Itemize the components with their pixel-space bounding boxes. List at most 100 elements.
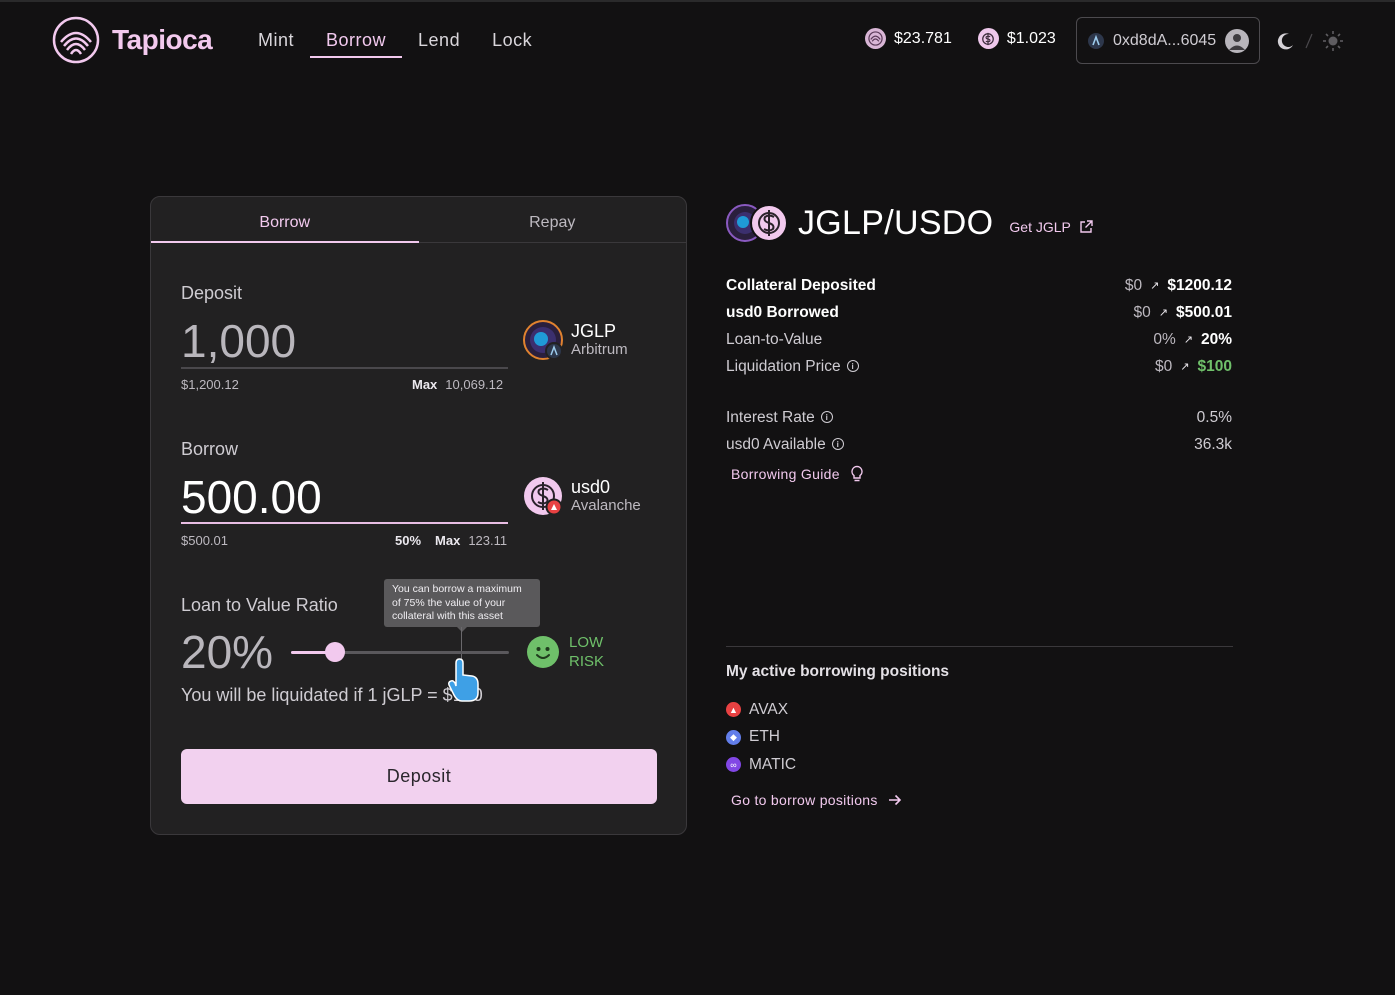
tab-repay[interactable]: Repay bbox=[419, 197, 687, 242]
get-jglp-label: Get JGLP bbox=[1009, 219, 1071, 235]
borrow-quick-select: 50% Max 123.11 bbox=[395, 533, 507, 548]
stat-loan-to-value: Loan-to-Value 0% ↗ 20% bbox=[726, 326, 1232, 353]
nav-lend[interactable]: Lend bbox=[402, 28, 476, 58]
info-icon[interactable]: i bbox=[846, 360, 859, 373]
stat-label: usd0 Available bbox=[726, 435, 826, 453]
go-to-borrow-positions-link[interactable]: Go to borrow positions bbox=[731, 792, 902, 808]
nav-lock[interactable]: Lock bbox=[476, 28, 548, 58]
risk-indicator: LOW RISK bbox=[527, 633, 604, 671]
deposit-underline bbox=[181, 367, 508, 369]
borrow-underline bbox=[181, 522, 508, 524]
arrow-up-right-icon: ↗ bbox=[1180, 361, 1190, 373]
borrow-usd-value: $500.01 bbox=[181, 533, 228, 548]
tab-borrow[interactable]: Borrow bbox=[151, 197, 419, 243]
jglp-token-icon bbox=[523, 320, 563, 360]
app-name: Tapioca bbox=[112, 24, 213, 55]
tap-price-value: $23.781 bbox=[894, 29, 952, 47]
arrow-right-icon bbox=[888, 794, 901, 806]
stat-interest-rate: Interest Rate i 0.5% bbox=[726, 404, 1232, 431]
usd0-token-icon bbox=[523, 476, 563, 516]
deposit-asset-selector[interactable]: JGLP Arbitrum bbox=[523, 320, 628, 360]
deposit-submit-button[interactable]: Deposit bbox=[181, 749, 657, 804]
borrow-label: Borrow bbox=[181, 439, 239, 459]
borrowing-guide-label: Borrowing Guide bbox=[731, 466, 840, 482]
deposit-asset-chain: Arbitrum bbox=[571, 340, 628, 358]
stat-to: 20% bbox=[1200, 330, 1232, 348]
borrow-asset-chain: Avalanche bbox=[571, 496, 641, 514]
logo[interactable]: Tapioca bbox=[52, 16, 213, 64]
liquidation-notice: You will be liquidated if 1 jGLP = $100 bbox=[181, 685, 483, 705]
usdo-price: $1.023 bbox=[977, 28, 1056, 49]
tap-price: $23.781 bbox=[865, 28, 952, 49]
borrow-50pct-button[interactable]: 50% bbox=[395, 533, 421, 548]
pair-token-icons bbox=[726, 203, 788, 243]
matic-icon: ∞ bbox=[726, 757, 741, 773]
borrow-max-label[interactable]: Max bbox=[435, 533, 460, 548]
active-positions-list: ▲ AVAX ◆ ETH ∞ MATIC bbox=[726, 696, 796, 779]
borrow-amount-input[interactable] bbox=[181, 471, 508, 523]
info-icon[interactable]: i bbox=[820, 411, 833, 424]
usdo-price-value: $1.023 bbox=[1006, 29, 1056, 47]
wallet-button[interactable]: 0xd8dA...6045 bbox=[1076, 17, 1260, 64]
ltv-label: Loan to Value Ratio bbox=[181, 595, 338, 615]
stat-label: Interest Rate bbox=[726, 408, 815, 426]
stat-to: $100 bbox=[1197, 357, 1232, 375]
risk-line-1: LOW bbox=[569, 634, 604, 651]
stat-usd0-borrowed: usd0 Borrowed $0 ↗ $500.01 bbox=[726, 299, 1232, 326]
stat-from: $0 bbox=[1124, 276, 1143, 294]
jglp-usdo-pair-icon bbox=[726, 204, 788, 242]
user-avatar-icon bbox=[1225, 28, 1249, 53]
usdo-coin-icon bbox=[977, 28, 999, 49]
card-tabs: Borrow Repay bbox=[151, 197, 686, 243]
stat-label: Collateral Deposited bbox=[726, 276, 876, 294]
stats-spacer bbox=[726, 380, 1232, 404]
deposit-max-value: 10,069.12 bbox=[445, 377, 504, 392]
stat-label: Loan-to-Value bbox=[726, 330, 823, 348]
stat-label: Liquidation Price bbox=[726, 357, 841, 375]
stat-from: $0 bbox=[1155, 357, 1173, 375]
arrow-up-right-icon: ↗ bbox=[1183, 334, 1193, 346]
deposit-usd-value: $1,200.12 bbox=[181, 377, 239, 392]
sun-icon[interactable] bbox=[1322, 30, 1344, 52]
nav-borrow[interactable]: Borrow bbox=[310, 28, 403, 58]
deposit-amount-input[interactable] bbox=[181, 315, 508, 367]
borrow-asset-name: usd0 bbox=[571, 476, 611, 497]
moon-icon[interactable] bbox=[1276, 31, 1296, 51]
stat-value: 0.5% bbox=[1196, 408, 1232, 426]
stat-liquidation-price: Liquidation Price i $0 ↗ $100 bbox=[726, 353, 1232, 380]
eth-icon: ◆ bbox=[726, 729, 741, 745]
ltv-max-tooltip: You can borrow a maximum of 75% the valu… bbox=[384, 579, 540, 632]
stat-to: $500.01 bbox=[1175, 303, 1232, 321]
main-nav: Mint Borrow Lend Lock bbox=[258, 28, 548, 58]
get-jglp-link[interactable]: Get JGLP bbox=[1009, 219, 1093, 235]
deposit-max[interactable]: Max 10,069.12 bbox=[412, 377, 503, 392]
arbitrum-network-icon bbox=[1088, 32, 1104, 49]
go-to-positions-label: Go to borrow positions bbox=[731, 792, 878, 808]
ltv-slider-thumb[interactable] bbox=[325, 642, 345, 662]
stat-to: $1200.12 bbox=[1167, 276, 1232, 294]
position-matic[interactable]: ∞ MATIC bbox=[726, 751, 796, 779]
position-name: ETH bbox=[749, 728, 780, 746]
ltv-slider[interactable] bbox=[291, 642, 509, 662]
stat-from: 0% bbox=[1153, 330, 1176, 348]
position-eth[interactable]: ◆ ETH bbox=[726, 724, 796, 752]
position-stats: Collateral Deposited $0 ↗ $1200.12 usd0 Bo… bbox=[726, 272, 1232, 458]
info-icon[interactable]: i bbox=[831, 438, 844, 451]
theme-divider bbox=[1305, 33, 1313, 49]
stat-from: $0 bbox=[1133, 303, 1151, 321]
position-name: MATIC bbox=[749, 755, 797, 773]
borrow-max-value: 123.11 bbox=[468, 533, 508, 548]
theme-toggle[interactable] bbox=[1276, 30, 1344, 52]
borrow-card: Borrow Repay Deposit $1,200.12 Max 10,069… bbox=[150, 196, 687, 835]
risk-line-2: RISK bbox=[569, 653, 605, 670]
stat-value: 36.3k bbox=[1194, 435, 1232, 453]
borrow-asset-selector[interactable]: usd0 Avalanche bbox=[523, 476, 641, 516]
position-name: AVAX bbox=[749, 700, 789, 718]
position-avax[interactable]: ▲ AVAX bbox=[726, 696, 796, 724]
stat-collateral-deposited: Collateral Deposited $0 ↗ $1200.12 bbox=[726, 272, 1232, 299]
nav-mint[interactable]: Mint bbox=[258, 28, 310, 58]
deposit-label: Deposit bbox=[181, 283, 243, 303]
borrowing-guide-link[interactable]: Borrowing Guide bbox=[731, 465, 864, 483]
wallet-address: 0xd8dA...6045 bbox=[1113, 31, 1217, 49]
section-divider bbox=[726, 646, 1233, 647]
